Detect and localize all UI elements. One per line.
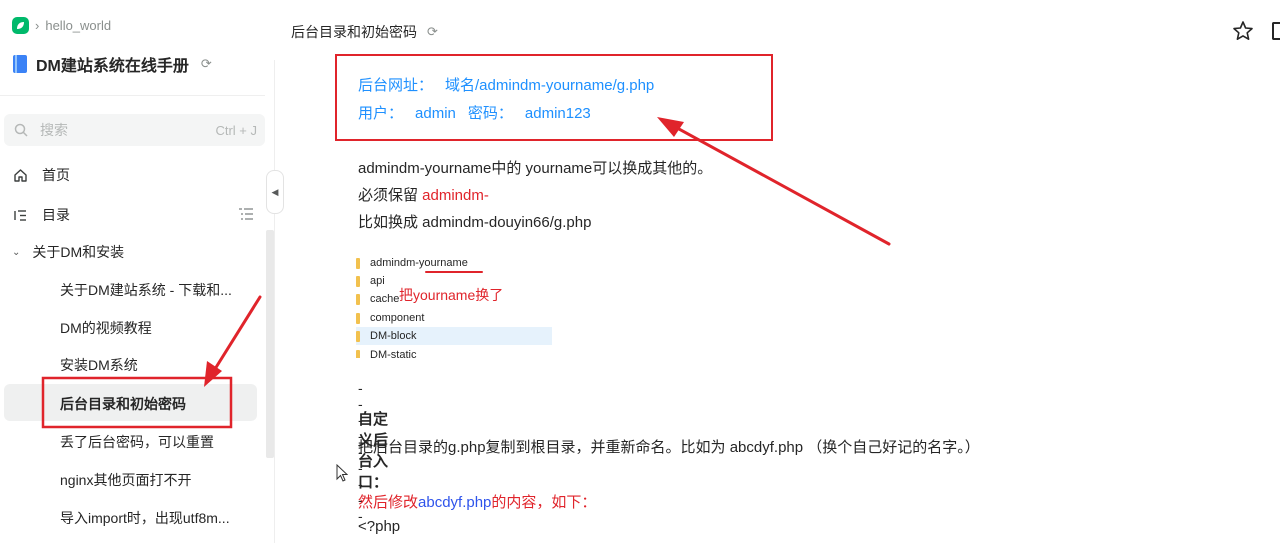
yuque-logo-icon[interactable] (12, 16, 29, 34)
chevron-right-icon: › (35, 17, 40, 33)
search-input[interactable]: 搜索 Ctrl + J (4, 114, 265, 146)
toc-icon (12, 207, 28, 223)
sync-status-icon[interactable]: ⟳ (427, 24, 438, 40)
red-underline (425, 271, 483, 273)
red-text: 然后修改 (358, 494, 419, 511)
paragraph: 然后修改abcdyf.php的内容，如下： (358, 491, 596, 512)
sidebar-scrollbar[interactable] (266, 230, 274, 458)
paragraph: 把后台目录的g.php复制到根目录，并重新命名。比如为 abcdyf.php （… (358, 439, 980, 456)
sidebar-border (274, 60, 275, 543)
credentials-line: 用户： admin 密码： admin123 (358, 102, 591, 123)
folder-name: DM-static (370, 349, 417, 358)
folder-row: DM-static (356, 346, 552, 358)
doc-header: 后台目录和初始密码 ⟳ (291, 22, 438, 42)
sidebar-doc-item[interactable]: nginx其他页面打不开 (60, 468, 250, 492)
home-icon (12, 167, 28, 183)
arrow-line-content (666, 121, 891, 246)
sidebar-group-label: 关于DM和安装 (32, 244, 125, 260)
paragraph: 必须保留 admindm- (358, 184, 489, 205)
sidebar-item-toc-label: 目录 (42, 207, 70, 223)
folder-icon (356, 312, 360, 324)
code-line: <?php (358, 518, 401, 535)
admin-url-line: 后台网址： 域名/admindm-yourname/g.php (358, 74, 654, 95)
folder-name: admindm-yourname (370, 257, 468, 269)
book-title-text: DM建站系统在线手册 (36, 58, 189, 75)
password-label: 密码： (467, 105, 513, 122)
annotation-text: 把yourname换了 (399, 287, 504, 303)
sidebar-doc-item[interactable]: DM的视频教程 (60, 316, 250, 340)
folder-row: component (356, 309, 552, 327)
search-icon (14, 123, 28, 137)
file-list-image: admindm-yourname api cache component DM-… (356, 252, 556, 358)
sidebar-item-home[interactable]: 首页 (12, 163, 70, 187)
toc-list-icon[interactable] (238, 206, 254, 222)
paragraph-text: 必须保留 (358, 187, 423, 204)
highlight-box (335, 54, 773, 141)
sidebar-doc-item-active[interactable]: 后台目录和初始密码 (60, 392, 250, 416)
sidebar-doc-item[interactable]: 安装DM系统 (60, 353, 250, 377)
folder-icon (356, 275, 360, 287)
file-link[interactable]: abcdyf.php (418, 494, 491, 511)
sidebar-doc-item[interactable]: 导入import时，出现utf8m... (60, 506, 250, 530)
folder-row: admindm-yourname (356, 254, 552, 272)
search-shortcut: Ctrl + J (215, 122, 257, 138)
user-value: admin (415, 105, 456, 122)
folder-row-selected: DM-block (356, 327, 552, 345)
admin-url-label: 后台网址： (358, 77, 434, 94)
sync-icon[interactable]: ⟳ (201, 56, 212, 72)
sidebar-divider (0, 95, 265, 96)
folder-name: api (370, 275, 385, 287)
user-label: 用户： (358, 105, 404, 122)
sidebar-group-about[interactable]: ⌄ 关于DM和安装 (12, 240, 124, 264)
folder-name: DM-block (370, 330, 417, 342)
password-value: admin123 (524, 105, 591, 122)
breadcrumb-repo[interactable]: hello_world (45, 18, 111, 33)
folder-icon (356, 330, 360, 342)
collapse-sidebar-button[interactable]: ◀ (266, 170, 284, 214)
share-icon[interactable] (1272, 22, 1280, 40)
sidebar-doc-item[interactable]: 关于DM建站系统 - 下载和... (60, 278, 250, 302)
star-icon[interactable] (1232, 20, 1254, 42)
book-icon (12, 54, 28, 74)
admin-url-value: 域名/admindm-yourname/g.php (445, 77, 655, 94)
caret-left-icon: ◀ (271, 186, 279, 197)
breadcrumb: › hello_world (12, 16, 111, 34)
paragraph: 比如换成 admindm-douyin66/g.php (358, 214, 592, 231)
folder-name: cache (370, 293, 400, 305)
red-text: admindm- (422, 187, 489, 204)
chevron-down-icon: ⌄ (12, 246, 21, 258)
mouse-cursor-icon (336, 463, 349, 482)
sidebar-doc-item[interactable]: 丢了后台密码，可以重置 (60, 430, 250, 454)
search-placeholder: 搜索 (40, 122, 68, 138)
paragraph: admindm-yourname中的 yourname可以换成其他的。 (358, 160, 713, 177)
book-title[interactable]: DM建站系统在线手册 ⟳ (12, 52, 212, 76)
doc-header-title: 后台目录和初始密码 (291, 24, 417, 40)
folder-icon (356, 257, 360, 269)
folder-icon (356, 349, 360, 358)
red-text: 的内容，如下： (491, 494, 597, 511)
folder-name: component (370, 312, 425, 324)
sidebar: › hello_world DM建站系统在线手册 ⟳ 搜索 Ctrl + J 首… (0, 0, 275, 543)
sidebar-item-toc[interactable]: 目录 (12, 203, 70, 227)
folder-icon (356, 293, 360, 305)
sidebar-item-home-label: 首页 (42, 167, 70, 183)
